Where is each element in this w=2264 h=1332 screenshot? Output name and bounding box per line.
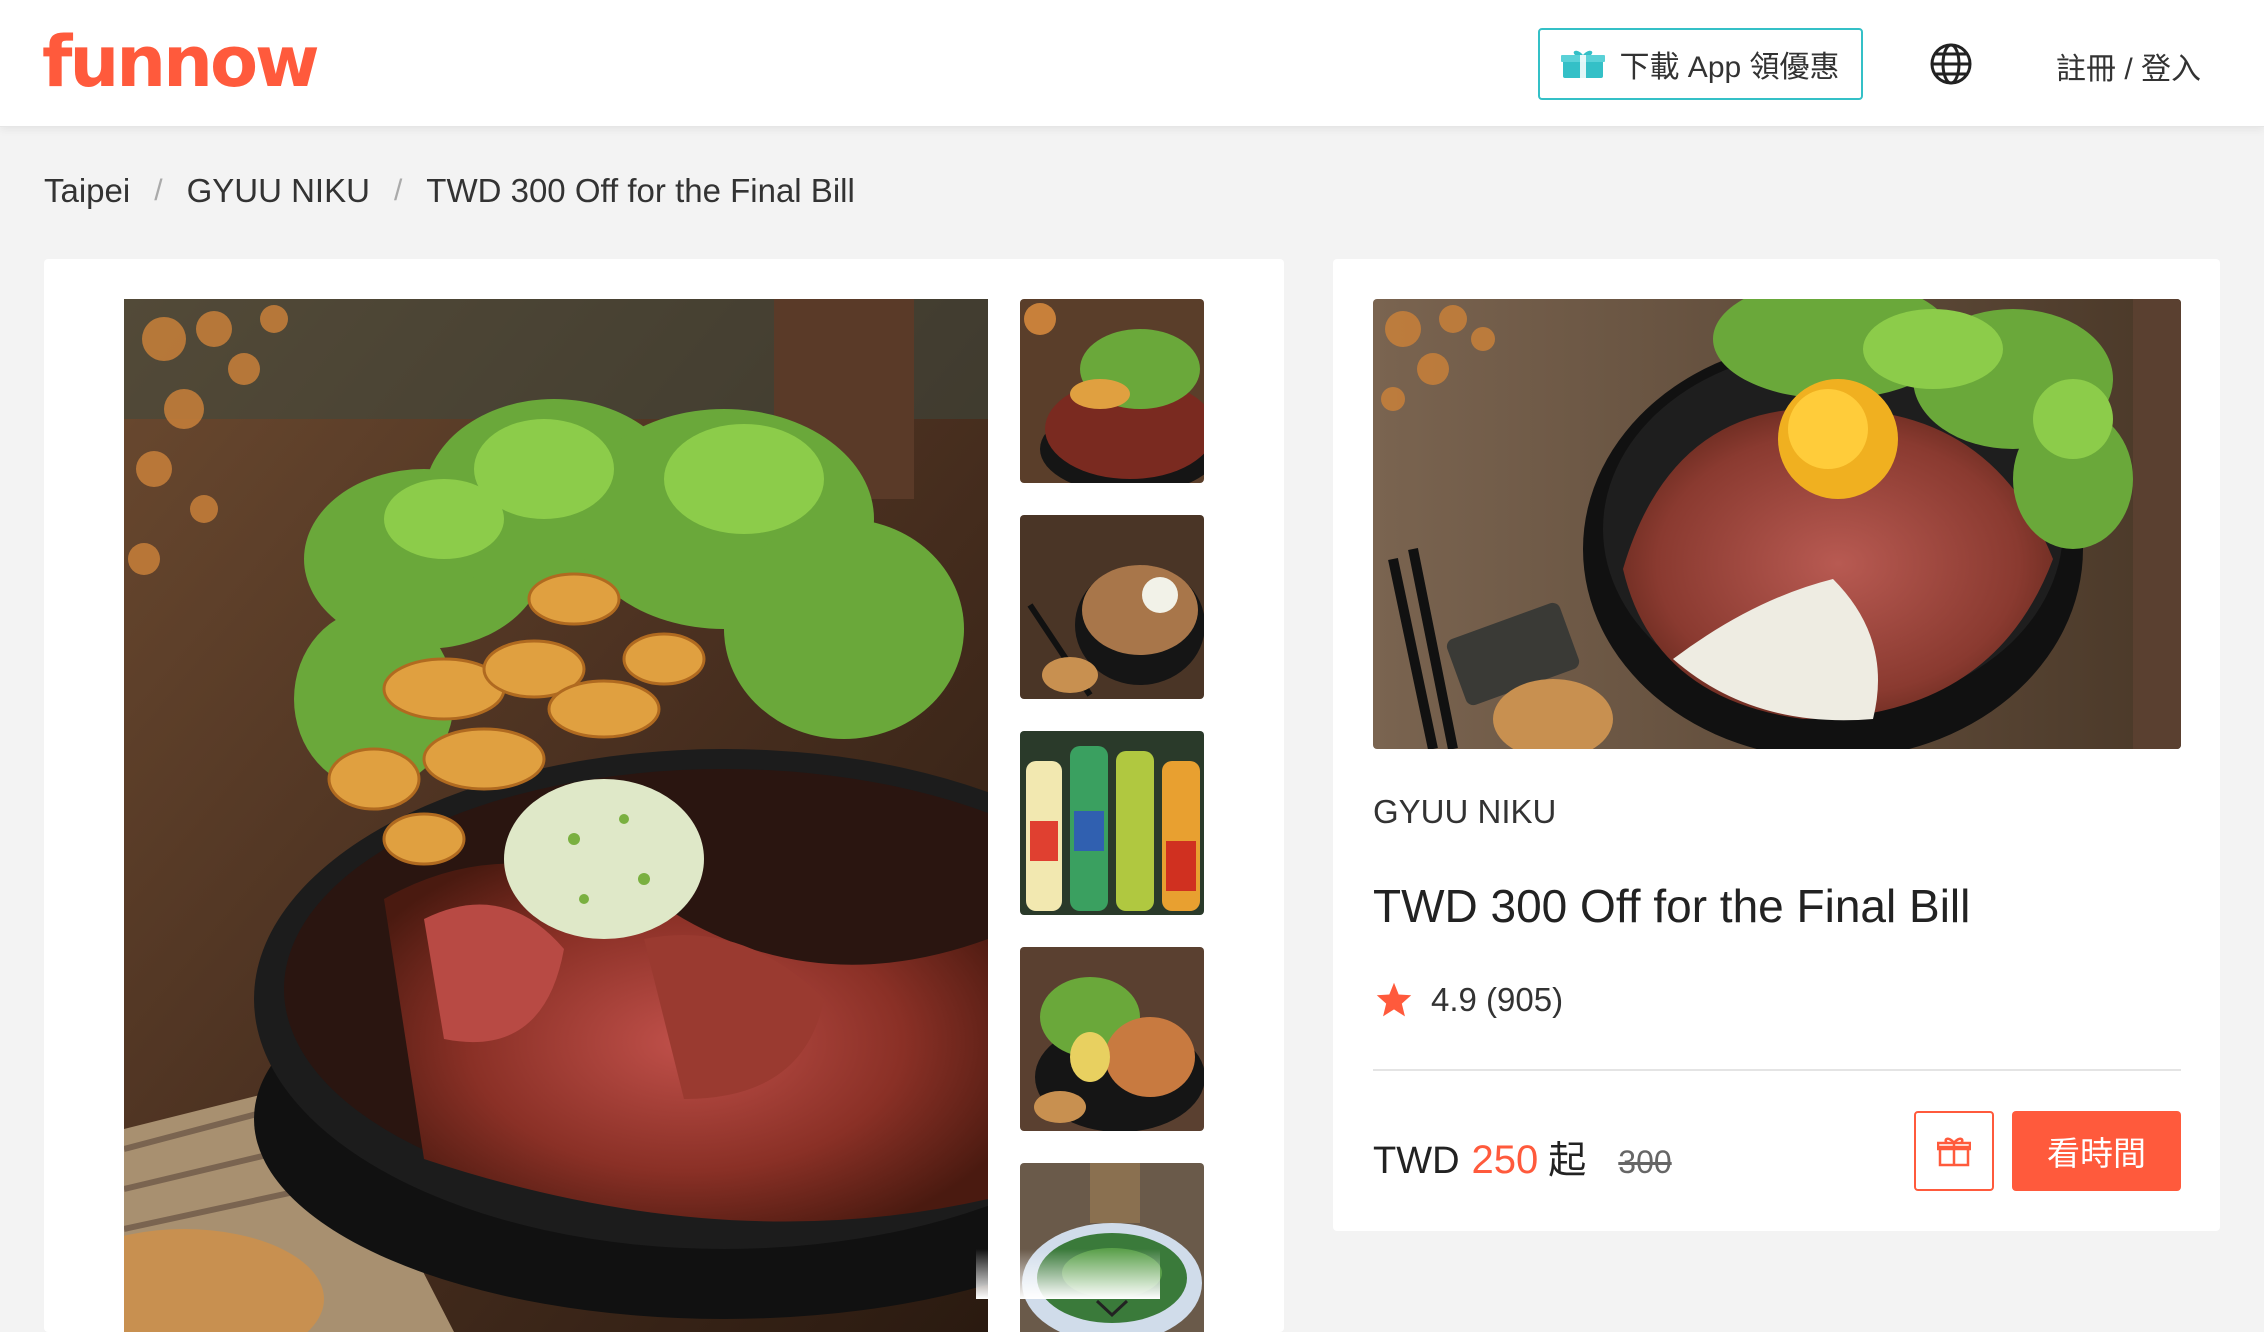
thumbnail-2[interactable]: [1020, 515, 1204, 699]
breadcrumb-venue[interactable]: GYUU NIKU: [187, 172, 370, 210]
gift-button[interactable]: [1914, 1111, 1994, 1191]
globe-icon[interactable]: [1929, 42, 1973, 86]
photo-gallery: [44, 259, 1284, 1332]
price-suffix: 起: [1548, 1140, 1587, 1182]
signup-login-link[interactable]: 註冊 / 登入: [2056, 44, 2201, 88]
download-app-label: 下載 App 領優惠: [1619, 51, 1840, 84]
download-app-button[interactable]: 下載 App 領優惠: [1538, 28, 1863, 100]
chevron-down-icon[interactable]: [1094, 1296, 1130, 1320]
funnow-logo[interactable]: funnow: [42, 22, 320, 102]
divider: [1373, 1069, 2181, 1071]
main-photo[interactable]: [124, 299, 988, 1332]
thumbnail-fade: [976, 1249, 1160, 1299]
deal-title: TWD 300 Off for the Final Bill: [1373, 880, 1971, 932]
gift-icon: [1561, 50, 1606, 78]
price-currency: TWD: [1373, 1140, 1460, 1182]
rating-value: 4.9 (905): [1431, 981, 1564, 1018]
breadcrumb-separator: /: [393, 174, 403, 207]
breadcrumb-current: TWD 300 Off for the Final Bill: [426, 172, 855, 209]
rating: 4.9 (905): [1375, 981, 1563, 1019]
star-icon: [1376, 982, 1412, 1017]
deal-hero-photo: [1373, 299, 2181, 749]
gift-icon: [1937, 1137, 1971, 1167]
original-price: 300: [1618, 1144, 1672, 1180]
thumbnail-3[interactable]: [1020, 731, 1204, 915]
breadcrumb-city[interactable]: Taipei: [44, 172, 130, 210]
price-amount: 250: [1471, 1138, 1539, 1182]
check-times-button[interactable]: 看時間: [2012, 1111, 2181, 1191]
thumbnail-1[interactable]: [1020, 299, 1204, 483]
breadcrumb-separator: /: [154, 174, 163, 207]
deal-info-card: GYUU NIKU TWD 300 Off for the Final Bill…: [1333, 259, 2220, 1231]
thumbnail-4[interactable]: [1020, 947, 1204, 1131]
top-header: funnow 下載 App 領優惠 註冊 / 登入: [0, 0, 2264, 127]
price: TWD 250 起 300: [1373, 1129, 1672, 1184]
breadcrumb: Taipei / GYUU NIKU / TWD 300 Off for the…: [44, 172, 855, 210]
venue-name[interactable]: GYUU NIKU: [1373, 793, 1556, 831]
